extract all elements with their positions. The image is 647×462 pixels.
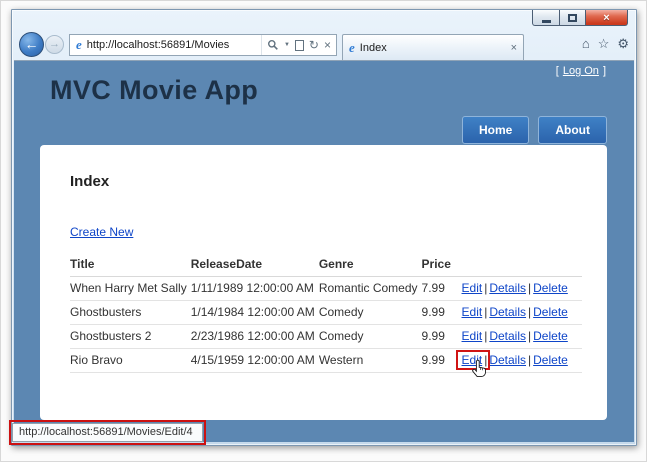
page-viewport: [ Log On] MVC Movie App Home About Index … [14,60,634,442]
col-release: ReleaseDate [191,253,319,277]
browser-tab-index[interactable]: e Index × [342,34,524,60]
ie-logo-icon: e [76,37,82,53]
table-row: Ghostbusters 2 2/23/1986 12:00:00 AM Com… [70,325,582,349]
delete-link[interactable]: Delete [533,353,568,367]
home-icon[interactable]: ⌂ [582,36,590,52]
details-link[interactable]: Details [489,329,526,343]
cell-genre: Romantic Comedy [319,277,422,301]
minimize-icon [542,20,551,23]
col-price: Price [422,253,462,277]
browser-toolbar-icons: ⌂ ☆ ⚙ [582,36,629,52]
logon-label[interactable]: Log On [563,65,599,77]
cell-price: 9.99 [422,325,462,349]
cell-title: Ghostbusters [70,301,191,325]
settings-gear-icon[interactable]: ⚙ [617,36,629,52]
highlighted-edit-target: Edit [462,353,483,367]
logon-bracket-close: ] [603,65,606,77]
edit-link[interactable]: Edit [462,305,483,319]
forward-button[interactable]: → [45,35,64,54]
address-tools: ▼ ↻ × [261,35,333,55]
action-separator: | [484,353,487,367]
browser-navbar: ← → e http://localhost:56891/Movies ▼ ↻ … [12,30,636,60]
search-icon[interactable] [267,39,279,51]
nav-about-button[interactable]: About [538,116,607,144]
edit-link[interactable]: Edit [462,281,483,295]
page-title: Index [70,173,109,190]
log-on-link[interactable]: [ Log On] [556,65,606,77]
forward-arrow-icon: → [49,38,60,50]
back-button[interactable]: ← [19,32,44,57]
stop-icon[interactable]: × [324,39,331,51]
close-icon: × [603,12,609,24]
table-row: Rio Bravo 4/15/1959 12:00:00 AM Western … [70,349,582,373]
col-actions [462,253,582,277]
cell-title: Rio Bravo [70,349,191,373]
action-separator: | [528,329,531,343]
create-new-link[interactable]: Create New [70,225,133,239]
edit-link[interactable]: Edit [462,353,483,367]
annotation-red-box: http://localhost:56891/Movies/Edit/4 [9,420,206,445]
address-bar[interactable]: e http://localhost:56891/Movies ▼ ↻ × [69,34,337,56]
window-controls: × [532,10,628,26]
back-arrow-icon: ← [25,36,39,52]
cell-actions: Edit|Details|Delete [462,277,582,301]
action-separator: | [528,305,531,319]
refresh-icon[interactable]: ↻ [309,39,319,51]
favorites-star-icon[interactable]: ☆ [598,36,610,52]
details-link[interactable]: Details [489,305,526,319]
cell-title: Ghostbusters 2 [70,325,191,349]
minimize-button[interactable] [532,10,560,26]
details-link[interactable]: Details [489,353,526,367]
close-window-button[interactable]: × [586,10,628,26]
status-url-tooltip: http://localhost:56891/Movies/Edit/4 [12,423,203,442]
cell-release: 1/14/1984 12:00:00 AM [191,301,319,325]
movies-table: Title ReleaseDate Genre Price When Harry… [70,253,582,373]
title-bar[interactable]: × [12,10,636,30]
tab-title: Index [360,42,506,54]
cell-genre: Comedy [319,325,422,349]
table-header-row: Title ReleaseDate Genre Price [70,253,582,277]
ie-window: × ← → e http://localhost:56891/Movies [11,9,637,446]
cell-genre: Comedy [319,301,422,325]
cell-price: 9.99 [422,301,462,325]
logon-bracket-open: [ [556,65,559,77]
table-row: Ghostbusters 1/14/1984 12:00:00 AM Comed… [70,301,582,325]
screenshot-frame: × ← → e http://localhost:56891/Movies [0,0,647,462]
cell-title: When Harry Met Sally [70,277,191,301]
address-url: http://localhost:56891/Movies [87,39,261,51]
cell-release: 2/23/1986 12:00:00 AM [191,325,319,349]
edit-link[interactable]: Edit [462,329,483,343]
cell-release: 4/15/1959 12:00:00 AM [191,349,319,373]
app-title: MVC Movie App [50,75,258,106]
col-title: Title [70,253,191,277]
site-menu: Home About [462,116,607,144]
delete-link[interactable]: Delete [533,305,568,319]
action-separator: | [484,281,487,295]
cell-actions: Edit|Details|Delete [462,325,582,349]
nav-home-button[interactable]: Home [462,116,529,144]
details-link[interactable]: Details [489,281,526,295]
tab-close-icon[interactable]: × [511,42,517,54]
action-separator: | [528,353,531,367]
tab-favicon-icon: e [349,40,355,56]
delete-link[interactable]: Delete [533,281,568,295]
maximize-button[interactable] [560,10,586,26]
cell-genre: Western [319,349,422,373]
cell-actions: Edit |Details|Delete [462,349,582,373]
maximize-icon [568,14,577,22]
action-separator: | [484,329,487,343]
compatibility-view-icon[interactable] [295,40,304,51]
cell-price: 7.99 [422,277,462,301]
col-genre: Genre [319,253,422,277]
search-dropdown-icon[interactable]: ▼ [284,42,290,48]
table-row: When Harry Met Sally 1/11/1989 12:00:00 … [70,277,582,301]
cell-price: 9.99 [422,349,462,373]
action-separator: | [528,281,531,295]
cell-release: 1/11/1989 12:00:00 AM [191,277,319,301]
status-tooltip-area: http://localhost:56891/Movies/Edit/4 [9,420,206,445]
cell-actions: Edit|Details|Delete [462,301,582,325]
action-separator: | [484,305,487,319]
delete-link[interactable]: Delete [533,329,568,343]
main-content: Index Create New Title ReleaseDate Genre… [40,145,607,420]
